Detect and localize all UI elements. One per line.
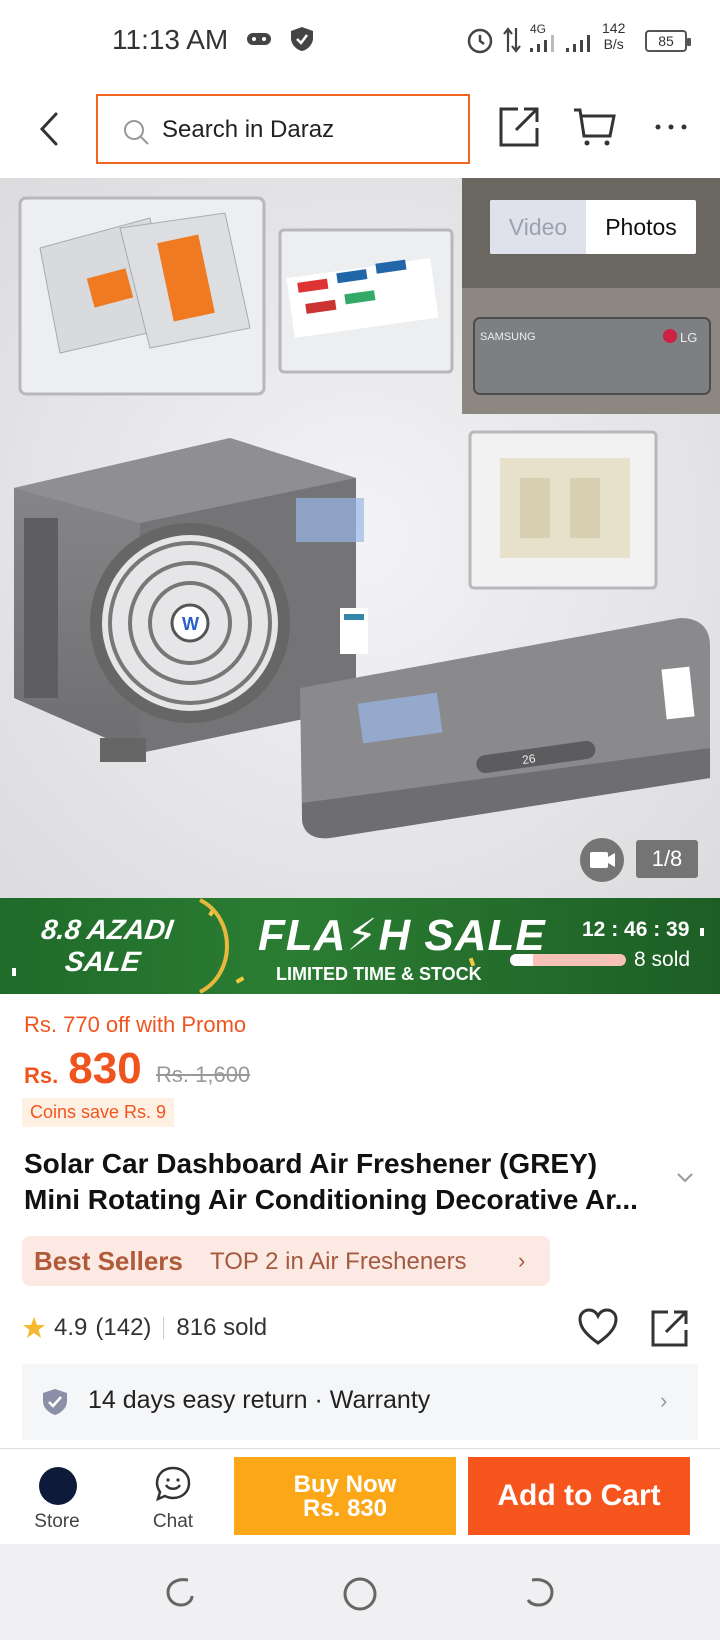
chevron-right-icon: ›: [660, 1388, 668, 1413]
image-counter: 1/8: [636, 840, 698, 878]
top-bar: Search in Daraz: [0, 82, 720, 178]
network-speed: 142 B/s: [602, 20, 625, 52]
share-icon[interactable]: [498, 104, 540, 148]
data-arrows-icon: [503, 27, 521, 53]
buy-now-label: Buy Now: [293, 1471, 397, 1498]
campaign-line-1: 8.8 AZADI: [39, 914, 176, 945]
camera-icon: [590, 852, 615, 868]
back-icon[interactable]: [30, 104, 70, 154]
fan-grille: W: [90, 523, 290, 723]
currency: Rs.: [24, 1063, 59, 1088]
chevron-right-icon: ›: [518, 1248, 526, 1273]
product-image-gallery[interactable]: SAMSUNG LG W 26 Video Photos 1/8: [0, 178, 720, 898]
more-icon[interactable]: [654, 122, 688, 132]
buy-now-button[interactable]: Buy Now Rs. 830: [234, 1457, 456, 1535]
flash-sale-progress: [510, 954, 626, 966]
svg-text:W: W: [182, 614, 199, 634]
search-icon: [124, 120, 149, 145]
star-icon: [23, 1317, 45, 1338]
add-to-cart-button[interactable]: Add to Cart: [468, 1457, 690, 1535]
rating-row[interactable]: 4.9 (142) 816 sold: [22, 1314, 267, 1342]
flash-sale-banner[interactable]: 8.8 AZADI SALE FLA⚡H SALE LIMITED TIME &…: [0, 898, 720, 994]
flash-sale-timer: 12 : 46 : 39: [582, 918, 690, 941]
signal-icon: [530, 35, 554, 52]
original-price: Rs. 1,600: [156, 1062, 251, 1087]
heart-icon[interactable]: [578, 1308, 618, 1346]
price-value: 830: [68, 1044, 142, 1093]
tab-video[interactable]: Video: [490, 200, 586, 254]
home-icon[interactable]: [342, 1576, 378, 1612]
store-label: Store: [34, 1511, 80, 1532]
chat-label: Chat: [152, 1511, 194, 1532]
campaign-line-2: SALE: [63, 946, 143, 977]
system-nav-bar: [0, 1544, 720, 1640]
promo-text[interactable]: Rs. 770 off with Promo: [24, 1012, 246, 1038]
tab-photos[interactable]: Photos: [586, 200, 696, 254]
chat-button[interactable]: Chat: [118, 1449, 228, 1545]
temp-display-text: 26: [521, 751, 536, 767]
product-image: SAMSUNG LG W 26: [0, 178, 720, 898]
battery-icon: 85: [645, 30, 691, 52]
store-logo: [39, 1467, 77, 1505]
gamepad-icon: [247, 33, 271, 45]
status-bar: 11:13 AM 4G 142 B/s 85: [0, 0, 720, 82]
shield-check-icon: [43, 1389, 67, 1415]
price: Rs. 830: [24, 1044, 142, 1094]
alarm-icon: [467, 28, 493, 54]
speed-value: 142: [602, 20, 626, 36]
best-sellers-badge[interactable]: Best Sellers TOP 2 in Air Fresheners ›: [22, 1236, 550, 1286]
gold-arc: [199, 898, 229, 994]
chat-icon: [155, 1466, 191, 1502]
speed-unit: B/s: [603, 36, 624, 52]
recent-apps-icon[interactable]: [164, 1576, 196, 1608]
samsung-text: SAMSUNG: [480, 331, 536, 343]
flash-sale-title: FLA⚡H SALE: [258, 911, 546, 960]
divider: [163, 1317, 165, 1339]
signal-icon: [566, 35, 590, 52]
product-title-line-2: Mini Rotating Air Conditioning Decorativ…: [24, 1184, 638, 1215]
flash-sale-progress-fill: [510, 954, 534, 966]
status-time: 11:13 AM: [112, 24, 229, 55]
service-row[interactable]: 14 days easy return · Warranty ›: [22, 1364, 698, 1440]
share-icon[interactable]: [650, 1308, 690, 1348]
store-button[interactable]: Store: [2, 1449, 112, 1545]
flash-sale-sold: 8 sold: [634, 948, 691, 971]
flash-sale-subtitle: LIMITED TIME & STOCK: [276, 964, 482, 984]
bottom-action-bar: Store Chat Buy Now Rs. 830 Add to Cart: [0, 1448, 720, 1544]
media-toggle: Video Photos: [490, 200, 696, 254]
rating-value: 4.9: [54, 1314, 88, 1341]
service-text: 14 days easy return · Warranty: [88, 1386, 431, 1414]
best-sellers-label: Best Sellers: [34, 1246, 183, 1276]
rating-count: (142): [95, 1314, 152, 1341]
campaign-label: 8.8 AZADI SALE: [26, 914, 185, 978]
best-sellers-rank: TOP 2 in Air Fresheners: [210, 1248, 467, 1275]
lg-text: LG: [680, 330, 697, 345]
shield-icon: [291, 27, 313, 51]
product-title-line-1: Solar Car Dashboard Air Freshener (GREY): [24, 1148, 598, 1179]
back-nav-icon[interactable]: [524, 1576, 556, 1608]
search-input[interactable]: Search in Daraz: [96, 94, 470, 164]
chevron-down-icon[interactable]: [676, 1172, 694, 1184]
search-placeholder: Search in Daraz: [162, 116, 335, 143]
sold-count: 816 sold: [176, 1314, 268, 1341]
cart-icon[interactable]: [572, 106, 616, 148]
coins-badge: Coins save Rs. 9: [22, 1098, 175, 1127]
buy-now-price: Rs. 830: [302, 1495, 388, 1522]
product-title[interactable]: Solar Car Dashboard Air Freshener (GREY)…: [24, 1146, 672, 1218]
video-camera-icon[interactable]: [580, 838, 624, 882]
